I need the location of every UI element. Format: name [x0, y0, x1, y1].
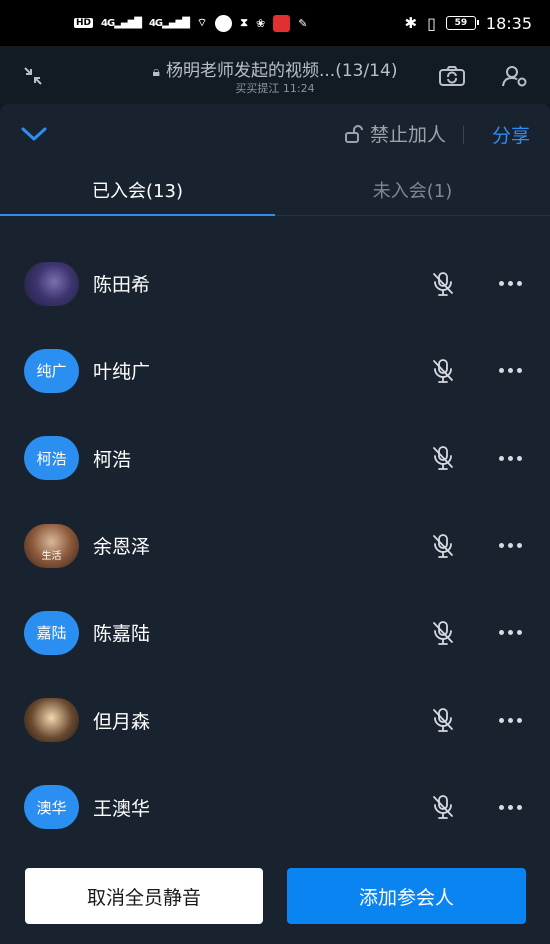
battery-icon: 59: [445, 16, 479, 30]
avatar: 嘉陆: [24, 610, 79, 655]
avatar: 生活: [24, 523, 79, 568]
bottom-actions: 取消全员静音 添加参会人: [0, 868, 550, 928]
status-bar: HD 4G▂▄▆█ 4G▂▄▆█ ⌔ ⧗ ❀ ✎ ✱ ▯ 59 18:35: [0, 0, 550, 46]
avatar: 柯浩: [24, 436, 79, 481]
member-name: 叶纯广: [93, 361, 151, 384]
avatar: 澳华: [24, 785, 79, 830]
tab-joined[interactable]: 已入会(13): [0, 164, 275, 216]
signal-4g-2-icon: 4G▂▄▆█: [148, 17, 190, 29]
meeting-title-text: 杨明老师发起的视频...(13/14): [165, 61, 398, 81]
status-left: HD 4G▂▄▆█ 4G▂▄▆█ ⌔ ⧗ ❀ ✎: [74, 14, 308, 32]
bluetooth-icon: ✱: [404, 14, 418, 32]
status-time: 18:35: [485, 13, 532, 33]
list-item[interactable]: 柯浩 柯浩: [0, 415, 550, 502]
signal-4g-1-icon: 4G▂▄▆█: [101, 17, 142, 29]
participants-panel: 禁止加人 分享 已入会(13) 未入会(1) 陈田希 纯广 叶纯广 柯浩 柯浩 …: [0, 104, 550, 944]
switch-camera-icon[interactable]: [437, 62, 467, 90]
meeting-title: 🔒︎ 杨明老师发起的视频...(13/14): [0, 56, 550, 81]
avatar-text: 纯广: [36, 362, 67, 381]
member-name: 王澳华: [93, 797, 151, 820]
avatar: 纯广: [24, 348, 79, 393]
avatar: [24, 698, 79, 743]
unlock-icon: [344, 124, 363, 143]
app-notification-icon: [215, 14, 233, 32]
chevron-down-icon[interactable]: [18, 118, 50, 150]
avatar-text: 柯浩: [36, 449, 67, 468]
more-options-icon[interactable]: [492, 792, 528, 822]
more-options-icon[interactable]: [492, 705, 528, 735]
member-name: 柯浩: [93, 448, 132, 471]
avatar-text: 澳华: [36, 798, 67, 817]
hd-badge: HD: [74, 18, 94, 28]
hourglass-icon: ⧗: [240, 16, 248, 29]
meeting-subtitle: 买买提江 11:24: [235, 82, 315, 95]
member-name: 但月森: [93, 710, 151, 733]
mic-muted-icon[interactable]: [430, 618, 456, 648]
toolbar-divider: [463, 126, 464, 144]
mic-muted-icon[interactable]: [430, 705, 456, 735]
video-app-icon: [273, 14, 291, 32]
member-list: 陈田希 纯广 叶纯广 柯浩 柯浩 生活 余恩泽 嘉陆 陈嘉陆 但月森 澳华 王澳…: [0, 240, 550, 851]
more-options-icon[interactable]: [492, 356, 528, 386]
participants-settings-icon[interactable]: [500, 62, 530, 90]
meeting-lock-icon: 🔒︎: [152, 64, 160, 80]
share-button[interactable]: 分享: [492, 121, 530, 148]
panel-toolbar: 禁止加人 分享: [0, 104, 550, 164]
mic-muted-icon[interactable]: [430, 531, 456, 561]
tabs-divider: [275, 215, 550, 216]
list-item[interactable]: 生活 余恩泽: [0, 502, 550, 589]
mic-muted-icon[interactable]: [430, 269, 456, 299]
avatar-text: 嘉陆: [36, 624, 67, 643]
wechat-icon: ❀: [255, 16, 266, 30]
tab-active-indicator: [0, 214, 275, 216]
more-options-icon[interactable]: [492, 531, 528, 561]
list-item[interactable]: 嘉陆 陈嘉陆: [0, 589, 550, 676]
member-name: 陈嘉陆: [93, 623, 151, 646]
lock-meeting-button[interactable]: 禁止加人: [344, 120, 446, 147]
list-item[interactable]: 陈田希: [0, 240, 550, 327]
list-item[interactable]: 澳华 王澳华: [0, 764, 550, 851]
participant-tabs: 已入会(13) 未入会(1): [0, 164, 550, 218]
meeting-header: 🔒︎ 杨明老师发起的视频...(13/14) 买买提江 11:24: [0, 46, 550, 104]
lock-meeting-label: 禁止加人: [369, 124, 446, 146]
mic-muted-icon[interactable]: [430, 443, 456, 473]
member-name: 陈田希: [93, 274, 151, 297]
vibrate-icon: ▯: [427, 13, 436, 33]
avatar: [24, 261, 79, 306]
add-participant-button[interactable]: 添加参会人: [287, 868, 526, 924]
member-name: 余恩泽: [93, 536, 151, 559]
avatar-text: 生活: [41, 550, 62, 562]
more-options-icon[interactable]: [492, 618, 528, 648]
list-item[interactable]: 纯广 叶纯广: [0, 327, 550, 414]
mic-muted-icon[interactable]: [430, 356, 456, 386]
wifi-icon: ⌔: [196, 16, 208, 29]
list-item[interactable]: 但月森: [0, 676, 550, 763]
tab-not-joined[interactable]: 未入会(1): [275, 164, 550, 216]
app-logo-icon: ✎: [298, 16, 308, 30]
more-options-icon[interactable]: [492, 443, 528, 473]
mic-muted-icon[interactable]: [430, 792, 456, 822]
more-options-icon[interactable]: [492, 269, 528, 299]
cancel-mute-all-button[interactable]: 取消全员静音: [25, 868, 263, 924]
status-right: ✱ ▯ 59 18:35: [405, 14, 533, 33]
